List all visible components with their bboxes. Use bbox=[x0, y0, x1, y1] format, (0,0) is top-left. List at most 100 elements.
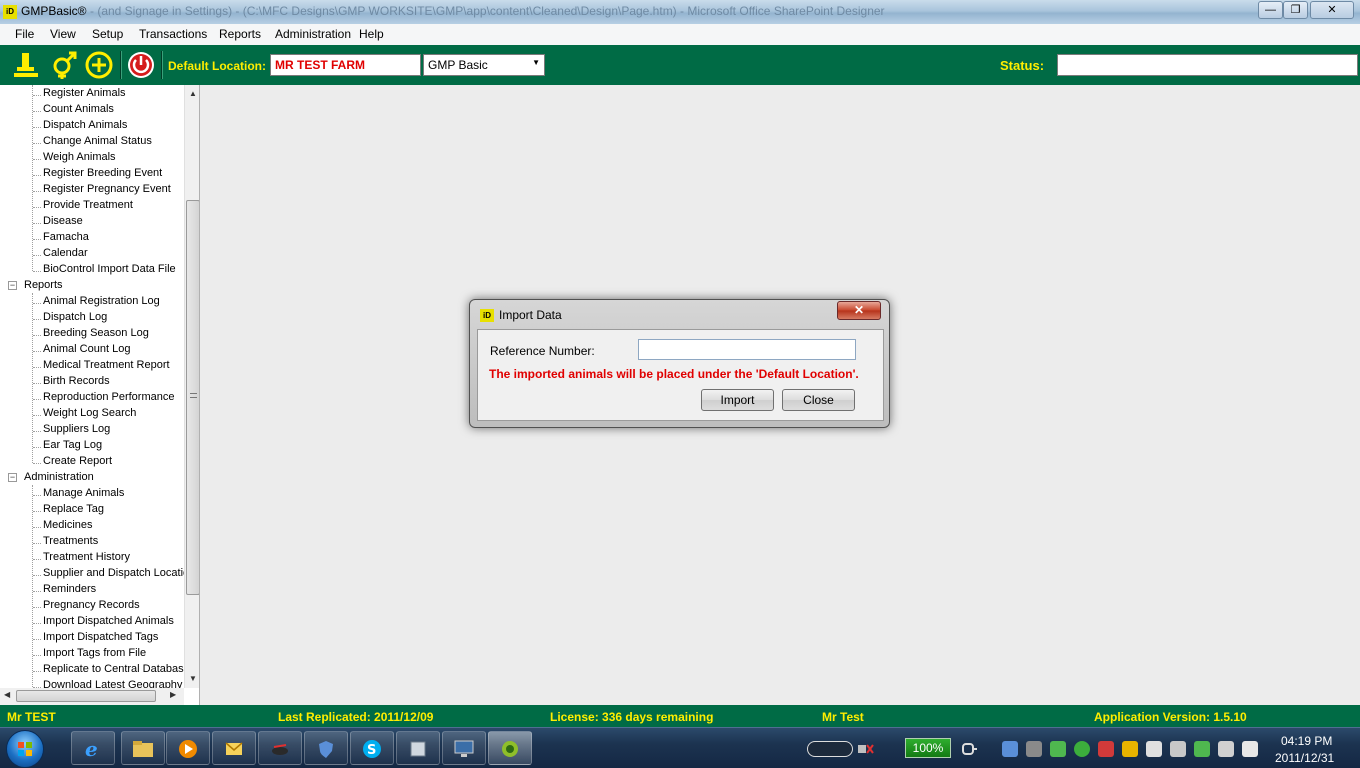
media-player-icon[interactable] bbox=[166, 731, 210, 765]
menu-reports[interactable]: Reports bbox=[219, 27, 261, 41]
scroll-right-icon[interactable]: ▶ bbox=[170, 690, 176, 699]
administration-collapse-toggle[interactable]: − bbox=[8, 473, 17, 482]
action-center-flag-icon[interactable] bbox=[1242, 741, 1258, 757]
tray-app-icon[interactable] bbox=[1122, 741, 1138, 757]
tree-item-medicines[interactable]: Medicines bbox=[43, 519, 93, 531]
power-plug-icon[interactable] bbox=[960, 741, 978, 757]
tree-horizontal-scrollbar[interactable]: ◀ ▶ bbox=[0, 688, 184, 705]
tree-item-supplier-and-dispatch-locatic[interactable]: Supplier and Dispatch Locatic bbox=[43, 567, 189, 579]
reference-number-input[interactable] bbox=[638, 339, 856, 360]
tree-item-replicate-to-central-database[interactable]: Replicate to Central Database bbox=[43, 663, 190, 675]
skype-icon[interactable]: S bbox=[350, 731, 394, 765]
import-button[interactable]: Import bbox=[701, 389, 774, 411]
tray-sync-icon[interactable] bbox=[1050, 741, 1066, 757]
tray-security-icon[interactable] bbox=[1074, 741, 1090, 757]
tree-item-breeding-season-log[interactable]: Breeding Season Log bbox=[43, 327, 149, 339]
clock-time[interactable]: 04:19 PM bbox=[1281, 734, 1332, 748]
scrollbar-thumb[interactable] bbox=[16, 690, 156, 702]
close-window-button[interactable]: ✕ bbox=[1310, 1, 1354, 19]
battery-indicator[interactable]: 100% bbox=[905, 738, 951, 758]
scroll-left-icon[interactable]: ◀ bbox=[4, 690, 10, 699]
minimize-button[interactable]: — bbox=[1258, 1, 1283, 19]
tree-item-import-dispatched-tags[interactable]: Import Dispatched Tags bbox=[43, 631, 158, 643]
photo-icon[interactable] bbox=[258, 731, 302, 765]
tray-alert-icon[interactable] bbox=[1098, 741, 1114, 757]
volume-muted-icon[interactable] bbox=[1218, 741, 1234, 757]
menu-file[interactable]: File bbox=[15, 27, 34, 41]
tree-item-replace-tag[interactable]: Replace Tag bbox=[43, 503, 104, 515]
tree-connector bbox=[33, 671, 41, 672]
tree-item-calendar[interactable]: Calendar bbox=[43, 247, 88, 259]
menu-view[interactable]: View bbox=[50, 27, 76, 41]
tree-vertical-scrollbar[interactable]: ▲ ▼ bbox=[184, 85, 199, 688]
tray-monitor-icon[interactable] bbox=[1002, 741, 1018, 757]
menu-administration[interactable]: Administration bbox=[275, 27, 351, 41]
scroll-up-icon[interactable]: ▲ bbox=[189, 89, 197, 98]
tree-item-ear-tag-log[interactable]: Ear Tag Log bbox=[43, 439, 102, 451]
app-icon[interactable] bbox=[396, 731, 440, 765]
tree-item-dispatch-log[interactable]: Dispatch Log bbox=[43, 311, 107, 323]
tray-tool-icon[interactable] bbox=[1026, 741, 1042, 757]
network-disconnected-icon[interactable] bbox=[857, 741, 875, 757]
tree-item-suppliers-log[interactable]: Suppliers Log bbox=[43, 423, 110, 435]
tray-network-icon[interactable] bbox=[1170, 741, 1186, 757]
tree-item-treatments[interactable]: Treatments bbox=[43, 535, 98, 547]
dialog-close-icon[interactable]: ✕ bbox=[837, 301, 881, 320]
tree-item-animal-count-log[interactable]: Animal Count Log bbox=[43, 343, 130, 355]
tree-item-medical-treatment-report[interactable]: Medical Treatment Report bbox=[43, 359, 170, 371]
tree-item-treatment-history[interactable]: Treatment History bbox=[43, 551, 130, 563]
remote-desktop-icon[interactable] bbox=[442, 731, 486, 765]
tree-item-dispatch-animals[interactable]: Dispatch Animals bbox=[43, 119, 127, 131]
default-location-field[interactable]: MR TEST FARM bbox=[270, 54, 421, 76]
tree-connector bbox=[33, 207, 41, 208]
tree-item-birth-records[interactable]: Birth Records bbox=[43, 375, 110, 387]
menu-setup[interactable]: Setup bbox=[92, 27, 123, 41]
start-button[interactable] bbox=[6, 730, 44, 768]
toggle-pill-icon[interactable] bbox=[807, 741, 853, 757]
tree-item-weigh-animals[interactable]: Weigh Animals bbox=[43, 151, 116, 163]
tree-group-administration[interactable]: Administration bbox=[24, 471, 94, 483]
tree-item-reminders[interactable]: Reminders bbox=[43, 583, 96, 595]
reports-collapse-toggle[interactable]: − bbox=[8, 281, 17, 290]
scrollbar-thumb[interactable] bbox=[186, 200, 199, 595]
shield-icon[interactable] bbox=[304, 731, 348, 765]
tree-item-manage-animals[interactable]: Manage Animals bbox=[43, 487, 124, 499]
close-button[interactable]: Close bbox=[782, 389, 855, 411]
ie-icon[interactable]: e bbox=[71, 731, 115, 765]
power-icon[interactable] bbox=[127, 51, 155, 79]
menu-transactions[interactable]: Transactions bbox=[139, 27, 207, 41]
tree-connector bbox=[33, 223, 41, 224]
tray-check-icon[interactable] bbox=[1194, 741, 1210, 757]
gmp-icon[interactable] bbox=[488, 731, 532, 765]
tree-item-animal-registration-log[interactable]: Animal Registration Log bbox=[43, 295, 160, 307]
tree-item-biocontrol-import-data-file[interactable]: BioControl Import Data File bbox=[43, 263, 176, 275]
register-animal-icon[interactable] bbox=[12, 51, 40, 79]
tree-item-famacha[interactable]: Famacha bbox=[43, 231, 89, 243]
mail-icon[interactable] bbox=[212, 731, 256, 765]
tree-item-count-animals[interactable]: Count Animals bbox=[43, 103, 114, 115]
explorer-icon[interactable] bbox=[121, 731, 165, 765]
tree-item-import-tags-from-file[interactable]: Import Tags from File bbox=[43, 647, 146, 659]
tree-group-reports[interactable]: Reports bbox=[24, 279, 63, 291]
tree-item-register-animals[interactable]: Register Animals bbox=[43, 87, 126, 99]
clock-date[interactable]: 2011/12/31 bbox=[1275, 751, 1334, 765]
tree-item-provide-treatment[interactable]: Provide Treatment bbox=[43, 199, 133, 211]
status-bar: Mr TEST Last Replicated: 2011/12/09 Lice… bbox=[0, 705, 1360, 727]
tree-item-import-dispatched-animals[interactable]: Import Dispatched Animals bbox=[43, 615, 174, 627]
profile-select[interactable]: GMP Basic ▼ bbox=[423, 54, 545, 76]
tree-item-weight-log-search[interactable]: Weight Log Search bbox=[43, 407, 136, 419]
tray-device-icon[interactable] bbox=[1146, 741, 1162, 757]
tree-item-register-pregnancy-event[interactable]: Register Pregnancy Event bbox=[43, 183, 171, 195]
tree-item-disease[interactable]: Disease bbox=[43, 215, 83, 227]
tree-item-pregnancy-records[interactable]: Pregnancy Records bbox=[43, 599, 140, 611]
tree-item-reproduction-performance[interactable]: Reproduction Performance bbox=[43, 391, 174, 403]
add-icon[interactable] bbox=[85, 51, 113, 79]
tree-item-register-breeding-event[interactable]: Register Breeding Event bbox=[43, 167, 162, 179]
tree-item-create-report[interactable]: Create Report bbox=[43, 455, 112, 467]
tree-item-change-animal-status[interactable]: Change Animal Status bbox=[43, 135, 152, 147]
scroll-down-icon[interactable]: ▼ bbox=[189, 674, 197, 683]
toolbar-separator bbox=[120, 51, 122, 79]
maximize-button[interactable]: ❐ bbox=[1283, 1, 1308, 19]
gender-icon[interactable] bbox=[50, 51, 78, 79]
menu-help[interactable]: Help bbox=[359, 27, 384, 41]
